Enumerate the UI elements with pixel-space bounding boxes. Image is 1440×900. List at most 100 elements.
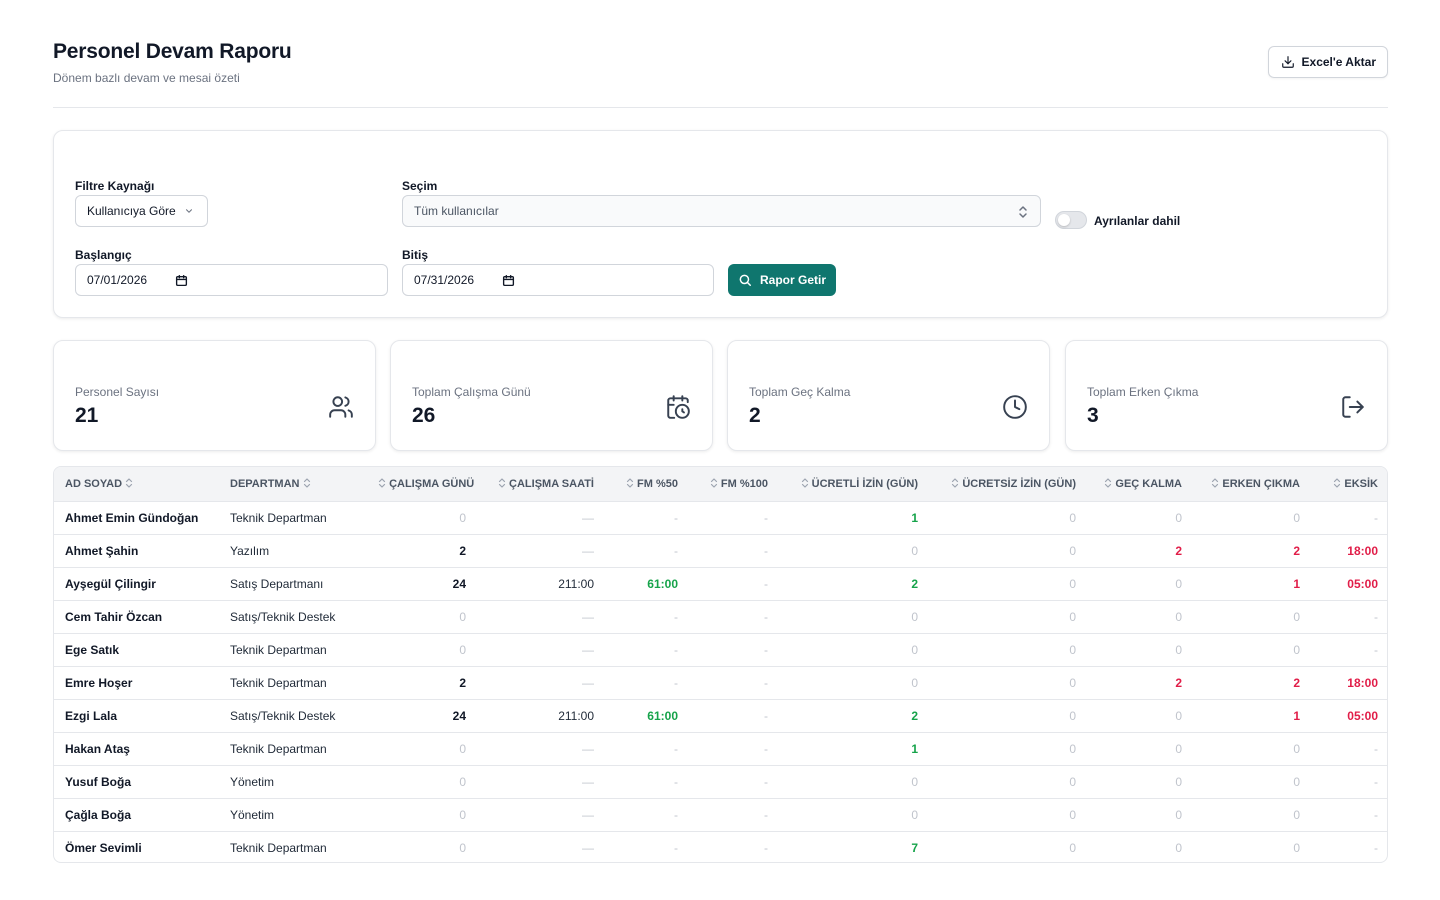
employee-name: Hakan Ataş [65, 741, 130, 756]
table-cell: 0 [911, 774, 918, 789]
table-cell: 0 [1069, 774, 1076, 789]
table-row[interactable]: Ömer Sevimli Teknik Departman 0 — - - 7 0 0 0 - [54, 831, 1387, 862]
table-cell: 05:00 [1347, 708, 1378, 723]
column-header[interactable]: EKSİK [1311, 467, 1387, 502]
sort-icon[interactable] [801, 478, 809, 488]
column-header[interactable]: FM %100 [689, 467, 779, 502]
table-cell: 0 [911, 543, 918, 558]
department: Teknik Departman [230, 642, 327, 657]
table-cell: 0 [1293, 807, 1300, 822]
table-cell: — [582, 741, 594, 756]
sort-icon[interactable] [1211, 478, 1219, 488]
table-cell: 0 [459, 840, 466, 855]
stat-label: Personel Sayısı [75, 385, 160, 399]
filter-source-label: Filtre Kaynağı [75, 179, 155, 193]
column-header[interactable]: ERKEN ÇIKMA [1193, 467, 1311, 502]
employee-name: Çağla Boğa [65, 807, 132, 822]
table-cell: 0 [1069, 609, 1076, 624]
table-row[interactable]: Yusuf Boğa Yönetim 0 — - - 0 0 0 0 - [54, 765, 1387, 798]
sort-icon[interactable] [1333, 478, 1341, 488]
table-cell: - [1374, 642, 1378, 657]
column-header[interactable]: ÜCRETLİ İZİN (GÜN) [779, 467, 929, 502]
column-header-label: ÜCRETSİZ İZİN (GÜN) [962, 477, 1076, 490]
table-cell: 2 [911, 576, 918, 591]
sort-icon[interactable] [626, 478, 634, 488]
sort-icon[interactable] [378, 478, 386, 488]
calendar-icon[interactable] [502, 274, 515, 287]
user-selection-select[interactable]: Tüm kullanıcılar [402, 195, 1041, 227]
table-cell: — [582, 774, 594, 789]
include-left-toggle[interactable] [1055, 211, 1087, 229]
sort-icon[interactable] [498, 478, 506, 488]
table-cell: 2 [911, 708, 918, 723]
department: Yönetim [230, 807, 275, 822]
sort-icon[interactable] [125, 478, 133, 488]
department: Satış Departmanı [230, 576, 324, 591]
table-cell: - [764, 741, 768, 756]
table-cell: 0 [1175, 609, 1182, 624]
table-row[interactable]: Cem Tahir Özcan Satış/Teknik Destek 0 — - - 0 0… [54, 600, 1387, 633]
table-cell: 0 [911, 675, 918, 690]
sort-icon[interactable] [710, 478, 718, 488]
column-header[interactable]: AD SOYAD [54, 467, 219, 502]
end-date-input[interactable]: 07/31/2026 [402, 264, 714, 296]
start-date-input[interactable]: 07/01/2026 [75, 264, 388, 296]
export-excel-button[interactable]: Excel'e Aktar [1267, 46, 1388, 78]
table-cell: 0 [1293, 642, 1300, 657]
logout-icon [1342, 396, 1364, 418]
table-cell: 2 [1175, 675, 1182, 690]
table-row[interactable]: Hakan Ataş Teknik Departman 0 — - - 1 0 0 0 - [54, 732, 1387, 765]
toggle-knob [1058, 214, 1070, 226]
table-cell: — [582, 807, 594, 822]
table-cell: - [764, 774, 768, 789]
table-cell: - [674, 840, 678, 855]
column-header-label: GEÇ KALMA [1115, 477, 1182, 490]
employee-name: Ezgi Lala [65, 708, 118, 723]
table-cell: - [764, 576, 768, 591]
table-cell: 1 [1293, 708, 1300, 723]
table-cell: 0 [1069, 675, 1076, 690]
table-cell: — [582, 543, 594, 558]
sort-icon[interactable] [303, 478, 311, 488]
table-row[interactable]: Çağla Boğa Yönetim 0 — - - 0 0 0 0 - [54, 798, 1387, 831]
table-cell: 0 [1069, 840, 1076, 855]
table-row[interactable]: Ege Satık Teknik Departman 0 — - - 0 0 0 0 - [54, 633, 1387, 666]
clock-icon [1003, 395, 1027, 419]
table-cell: 2 [1293, 675, 1300, 690]
table-cell: 2 [459, 543, 466, 558]
column-header[interactable]: DEPARTMAN [219, 467, 367, 502]
column-header[interactable]: GEÇ KALMA [1087, 467, 1193, 502]
table-cell: 0 [459, 741, 466, 756]
filter-source-select[interactable]: Kullanıcıya Göre [75, 195, 208, 227]
table-cell: 0 [1293, 840, 1300, 855]
column-header-label: EKSİK [1344, 477, 1378, 490]
column-header-label: ÇALIŞMA GÜNÜ [389, 477, 475, 490]
calendar-clock-icon [667, 395, 690, 419]
sort-icon[interactable] [951, 478, 959, 488]
filter-panel: Filtre Kaynağı Kullanıcıya Göre Seçim Tü… [53, 130, 1388, 318]
table-row[interactable]: Ahmet Şahin Yazılım 2 — - - 0 0 2 2 18:00 [54, 534, 1387, 567]
table-row[interactable]: Ezgi Lala Satış/Teknik Destek 24 211:00 61:0… [54, 699, 1387, 732]
table-cell: 0 [459, 774, 466, 789]
sort-icon[interactable] [1104, 478, 1112, 488]
column-header[interactable]: FM %50 [605, 467, 689, 502]
table-cell: 0 [459, 642, 466, 657]
department: Teknik Departman [230, 840, 327, 855]
run-report-button[interactable]: Rapor Getir [728, 264, 837, 296]
table-row[interactable]: Emre Hoşer Teknik Departman 2 — - - 0 0 2 2 18:00 [54, 666, 1387, 699]
calendar-icon[interactable] [175, 274, 188, 287]
table-cell: - [674, 609, 678, 624]
column-header[interactable]: ÜCRETSİZ İZİN (GÜN) [929, 467, 1087, 502]
table-row[interactable]: Ayşegül Çilingir Satış Departmanı 24 211:00… [54, 567, 1387, 600]
column-header-label: AD SOYAD [65, 477, 123, 490]
department: Yazılım [230, 543, 270, 558]
column-header[interactable]: ÇALIŞMA SAATİ [477, 467, 605, 502]
column-header[interactable]: ÇALIŞMA GÜNÜ [367, 467, 477, 502]
table-row[interactable]: Ahmet Emin Gündoğan Teknik Departman 0 — - - 1… [54, 501, 1387, 534]
stat-label: Toplam Çalışma Günü [412, 385, 531, 399]
table-body: Ahmet Emin Gündoğan Teknik Departman 0 — - - 1… [54, 501, 1387, 862]
table-cell: 0 [459, 807, 466, 822]
employee-name: Ahmet Emin Gündoğan [65, 510, 199, 525]
table-cell: 0 [911, 807, 918, 822]
stat-card-personnel: Personel Sayısı 21 [53, 340, 376, 451]
